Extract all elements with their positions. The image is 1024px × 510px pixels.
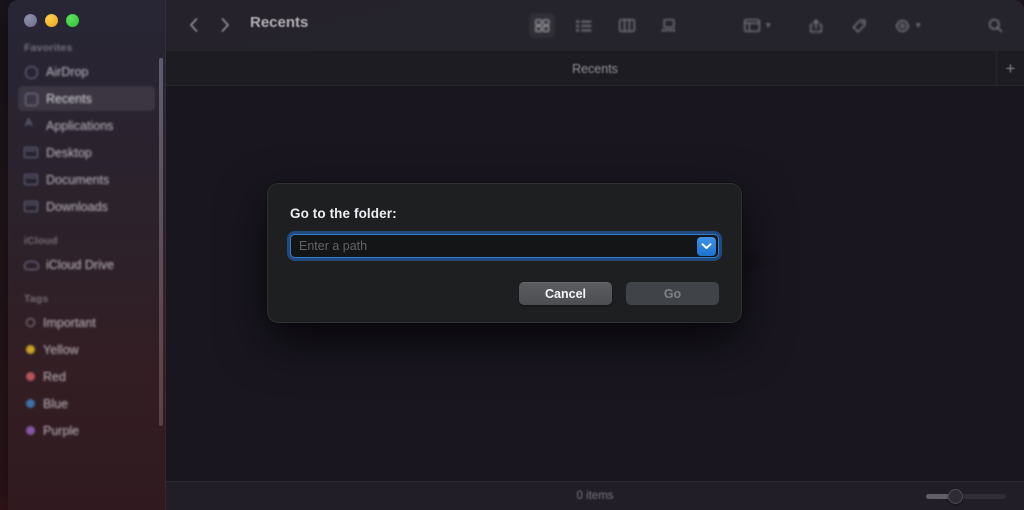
column-view-button[interactable]	[614, 13, 640, 38]
group-by-button[interactable]	[739, 13, 765, 38]
sidebar-item-desktop[interactable]: Desktop	[18, 140, 155, 165]
sidebar-item-tag-blue[interactable]: Blue	[18, 391, 155, 416]
applications-icon	[24, 117, 38, 132]
tag-dot-icon	[26, 345, 35, 354]
item-count: 0 items	[576, 490, 614, 502]
sidebar-item-tag-important[interactable]: Important	[18, 310, 155, 335]
sidebar-section-favorites-label: Favorites	[24, 42, 73, 54]
sidebar-item-recents[interactable]: Recents	[18, 86, 155, 111]
action-menu-button[interactable]	[889, 13, 915, 38]
cancel-button[interactable]: Cancel	[519, 282, 612, 305]
sidebar-item-tag-purple[interactable]: Purple	[18, 418, 155, 443]
tab-label: Recents	[572, 61, 618, 76]
chevron-down-icon[interactable]: ▾	[916, 20, 921, 31]
sidebar-scrollbar[interactable]	[159, 58, 163, 426]
sidebar-item-label: Blue	[43, 396, 69, 411]
list-view-button[interactable]	[571, 13, 597, 38]
gallery-view-button[interactable]	[656, 13, 682, 38]
zoom-slider-knob[interactable]	[948, 489, 963, 504]
sidebar-item-downloads[interactable]: Downloads	[18, 194, 155, 219]
sidebar-item-label: Important	[43, 315, 96, 330]
maximize-window-button[interactable]	[66, 14, 79, 27]
toolbar: Recents ▾ ▾	[166, 0, 1024, 51]
new-tab-button[interactable]: +	[996, 51, 1024, 86]
zoom-slider[interactable]	[926, 489, 1006, 504]
folder-icon	[24, 173, 38, 186]
tab-bar: Recents +	[166, 51, 1024, 86]
sidebar-item-label: Documents	[46, 172, 110, 187]
chevron-down-icon[interactable]	[697, 236, 716, 256]
sidebar-item-label: Applications	[46, 118, 114, 133]
toolbar-title: Recents	[250, 14, 309, 31]
dialog-label: Go to the folder:	[290, 206, 397, 221]
sidebar-item-tag-yellow[interactable]: Yellow	[18, 337, 155, 362]
forward-button[interactable]	[212, 12, 238, 38]
sidebar-section-tags-label: Tags	[24, 293, 49, 305]
icon-view-button[interactable]	[529, 13, 555, 38]
tag-dot-icon	[26, 372, 35, 381]
path-combo-box[interactable]	[290, 234, 719, 258]
go-to-folder-dialog: Go to the folder: Cancel Go	[267, 183, 742, 323]
airdrop-icon	[24, 65, 38, 79]
tag-dot-icon	[26, 399, 35, 408]
search-button[interactable]	[982, 13, 1008, 38]
close-window-button[interactable]	[24, 14, 37, 27]
folder-icon	[24, 146, 38, 159]
back-button[interactable]	[180, 12, 206, 38]
dialog-buttons: Cancel Go	[519, 282, 719, 305]
go-button[interactable]: Go	[626, 282, 719, 305]
cloud-icon	[24, 258, 39, 271]
sidebar-item-tag-red[interactable]: Red	[18, 364, 155, 389]
plus-icon: +	[1005, 58, 1016, 78]
sidebar-item-label: Red	[43, 369, 66, 384]
sidebar-item-label: Desktop	[46, 145, 92, 160]
tag-button[interactable]	[846, 13, 872, 38]
tab-recents[interactable]: Recents	[166, 51, 1024, 86]
folder-icon	[24, 200, 38, 213]
path-input[interactable]	[291, 235, 697, 257]
sidebar-item-label: Recents	[46, 91, 92, 106]
sidebar-item-label: iCloud Drive	[46, 257, 115, 272]
sidebar-section-icloud-label: iCloud	[24, 235, 58, 247]
status-bar: 0 items	[166, 481, 1024, 510]
sidebar-item-label: Purple	[43, 423, 80, 438]
window-controls	[24, 14, 79, 27]
sidebar-item-icloud-drive[interactable]: iCloud Drive	[18, 252, 155, 277]
sidebar-item-applications[interactable]: Applications	[18, 113, 155, 138]
tag-dot-icon	[26, 426, 35, 435]
sidebar-item-label: Downloads	[46, 199, 108, 214]
chevron-down-icon[interactable]: ▾	[766, 20, 771, 31]
share-button[interactable]	[803, 13, 829, 38]
sidebar-item-label: AirDrop	[46, 64, 89, 79]
sidebar-item-label: Yellow	[43, 342, 79, 357]
sidebar: Favorites AirDrop Recents Applications D…	[8, 0, 166, 510]
tag-dot-icon	[26, 318, 35, 327]
clock-icon	[24, 92, 38, 106]
sidebar-item-documents[interactable]: Documents	[18, 167, 155, 192]
minimize-window-button[interactable]	[45, 14, 58, 27]
screen: Favorites AirDrop Recents Applications D…	[0, 0, 1024, 510]
sidebar-item-airdrop[interactable]: AirDrop	[18, 59, 155, 84]
